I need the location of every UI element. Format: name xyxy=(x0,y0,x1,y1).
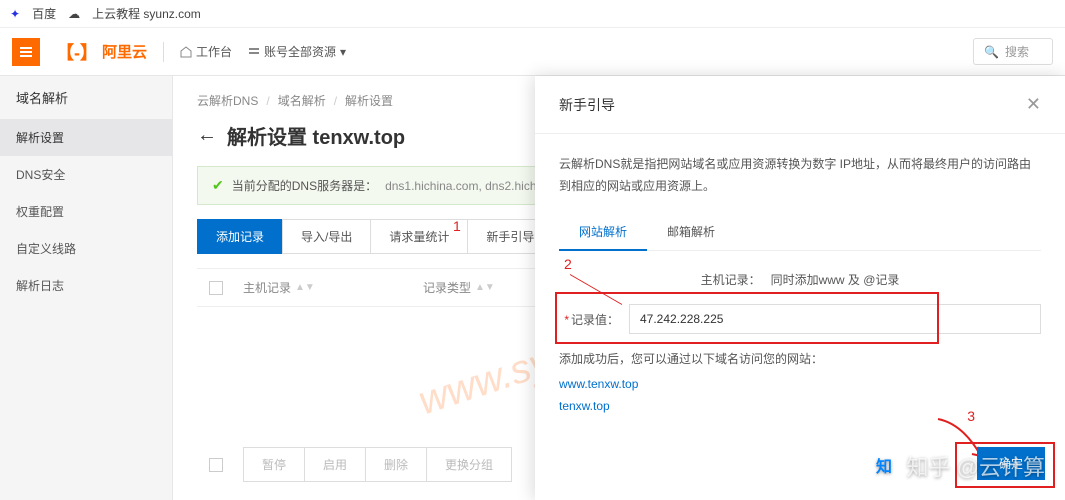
back-button[interactable]: ← xyxy=(197,124,217,147)
resources-label: 账号全部资源 xyxy=(264,43,336,60)
annotation-2: 2 xyxy=(564,256,572,272)
tab-web[interactable]: 网站解析 xyxy=(559,213,647,250)
baidu-icon: ✦ xyxy=(10,7,20,21)
host-record-label: 主机记录： xyxy=(701,271,761,288)
record-value-input[interactable] xyxy=(629,304,1041,334)
request-stats-button[interactable]: 请求量统计 xyxy=(370,219,468,254)
confirm-button[interactable]: 确定 xyxy=(977,447,1045,480)
search-icon: 🔍 xyxy=(984,45,999,59)
sidebar-item-log[interactable]: 解析日志 xyxy=(0,267,172,304)
sidebar-item-dns-security[interactable]: DNS安全 xyxy=(0,156,172,193)
pause-button[interactable]: 暂停 xyxy=(243,447,305,482)
chevron-down-icon: ▾ xyxy=(340,45,346,59)
host-record-value: 同时添加www 及 @记录 xyxy=(771,271,900,288)
close-icon[interactable]: ✕ xyxy=(1026,94,1041,115)
sidebar-item-weight[interactable]: 权重配置 xyxy=(0,193,172,230)
modal-description: 云解析DNS就是指把网站域名或应用资源转换为数字 IP地址，从而将最终用户的访问… xyxy=(559,154,1041,197)
link-www[interactable]: www.tenxw.top xyxy=(559,377,1041,391)
select-all-checkbox[interactable] xyxy=(209,281,223,295)
sidebar-item-custom-route[interactable]: 自定义线路 xyxy=(0,230,172,267)
workbench-link[interactable]: 工作台 xyxy=(180,43,232,60)
sidebar-item-resolve-settings[interactable]: 解析设置 xyxy=(0,119,172,156)
import-export-button[interactable]: 导入/导出 xyxy=(282,219,371,254)
tab-mail[interactable]: 邮箱解析 xyxy=(647,213,735,250)
success-hint: 添加成功后，您可以通过以下域名访问您的网站： xyxy=(559,350,1041,367)
enable-button[interactable]: 启用 xyxy=(304,447,366,482)
search-input[interactable]: 🔍 搜索 xyxy=(973,38,1053,65)
link-root[interactable]: tenxw.top xyxy=(559,399,1041,413)
sidebar-title: 域名解析 xyxy=(0,76,172,119)
add-record-button[interactable]: 添加记录 xyxy=(197,219,283,254)
logo[interactable]: 【-】 阿里云 xyxy=(56,39,147,65)
cloud-icon: ☁ xyxy=(68,7,80,21)
resources-dropdown[interactable]: 账号全部资源 ▾ xyxy=(248,43,346,60)
breadcrumb-a[interactable]: 云解析DNS xyxy=(197,92,258,109)
breadcrumb-b[interactable]: 域名解析 xyxy=(278,92,326,109)
topbar-baidu[interactable]: 百度 xyxy=(32,5,56,22)
bulk-checkbox[interactable] xyxy=(209,458,223,472)
topbar-syunz[interactable]: 上云教程 syunz.com xyxy=(92,5,201,22)
guide-modal: 新手引导 ✕ 云解析DNS就是指把网站域名或应用资源转换为数字 IP地址，从而将… xyxy=(535,76,1065,500)
modal-title: 新手引导 xyxy=(559,95,615,115)
record-value-label: *记录值： xyxy=(559,311,619,328)
breadcrumb-c: 解析设置 xyxy=(345,92,393,109)
check-icon: ✔ xyxy=(212,177,224,194)
col-type[interactable]: 记录类型 ▲▼ xyxy=(423,279,495,296)
page-title: 解析设置 tenxw.top xyxy=(227,121,405,150)
dns-info-label: 当前分配的DNS服务器是： xyxy=(232,177,377,194)
sort-icon: ▲▼ xyxy=(475,285,495,291)
group-button[interactable]: 更换分组 xyxy=(426,447,512,482)
sort-icon: ▲▼ xyxy=(295,285,315,291)
hamburger-menu[interactable] xyxy=(12,38,40,66)
col-host[interactable]: 主机记录 ▲▼ xyxy=(243,279,423,296)
logo-text: 阿里云 xyxy=(102,41,147,62)
delete-button[interactable]: 删除 xyxy=(365,447,427,482)
workbench-label: 工作台 xyxy=(196,43,232,60)
search-placeholder: 搜索 xyxy=(1005,43,1029,60)
